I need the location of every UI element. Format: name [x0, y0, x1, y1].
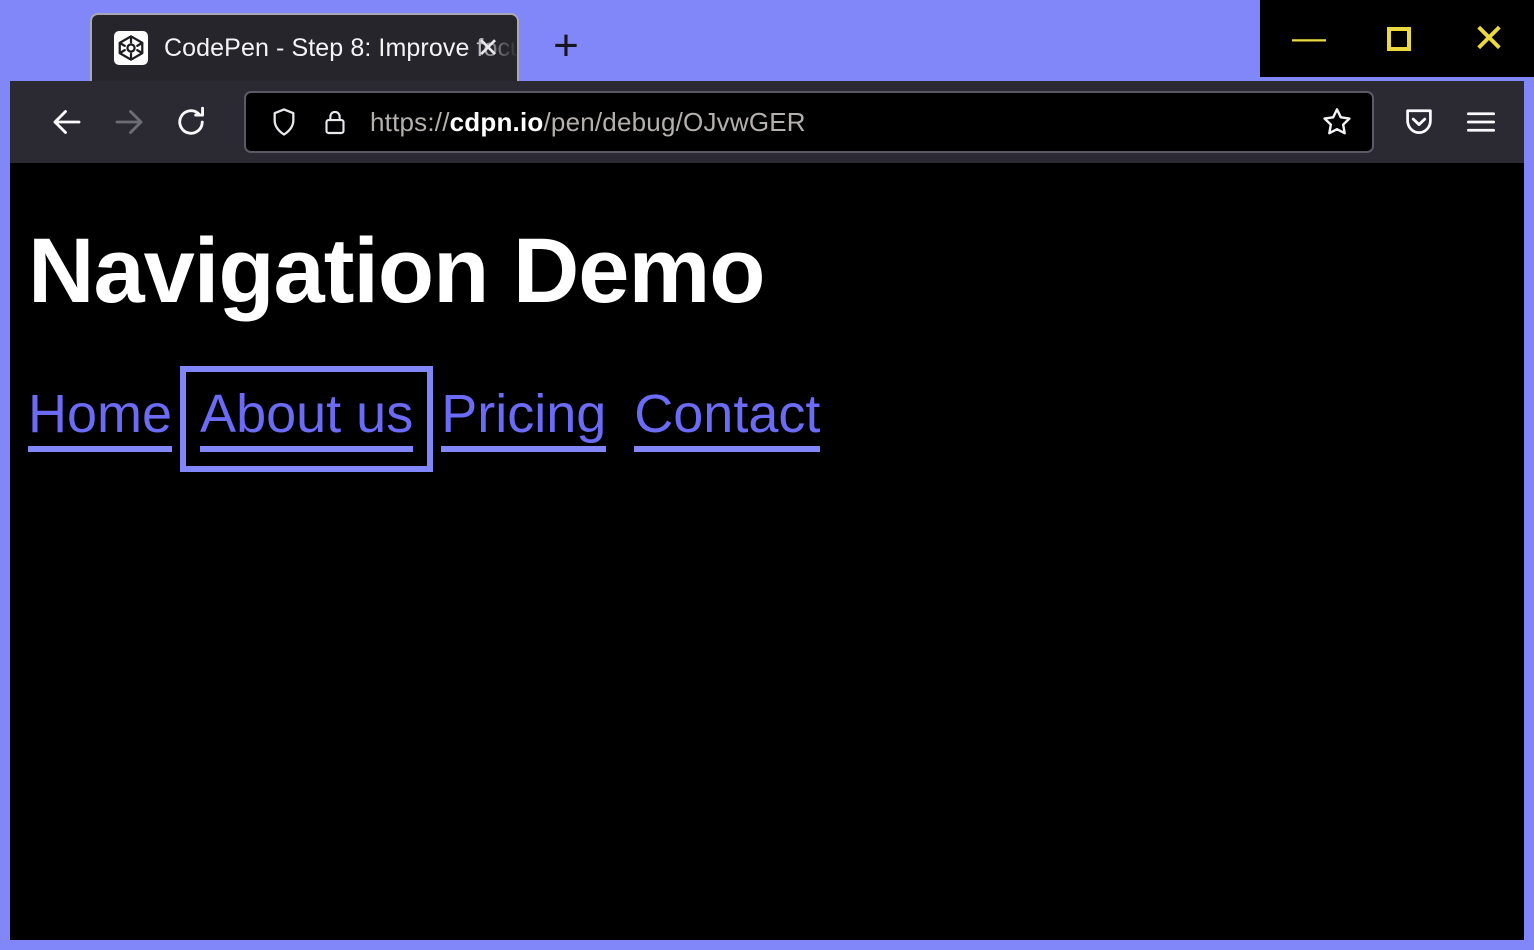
bookmark-star-icon[interactable] [1314, 99, 1360, 145]
tracking-protection-shield-icon[interactable] [268, 106, 300, 138]
browser-window: CodePen - Step 8: Improve focu ✕ + — ✕ [0, 0, 1534, 950]
window-controls: — ✕ [1264, 0, 1534, 77]
back-button[interactable] [36, 91, 98, 153]
window-minimize-button[interactable]: — [1264, 0, 1354, 77]
arrow-right-icon [111, 104, 147, 140]
close-icon: ✕ [1472, 19, 1506, 59]
maximize-icon [1387, 27, 1411, 51]
reload-button[interactable] [160, 91, 222, 153]
window-maximize-button[interactable] [1354, 0, 1444, 77]
url-bar[interactable]: https://cdpn.io/pen/debug/OJvwGER [244, 91, 1374, 153]
page-title: Navigation Demo [28, 223, 1524, 320]
site-navigation: Home About us Pricing Contact [28, 386, 1524, 453]
tab-title-wrap: CodePen - Step 8: Improve focu [164, 15, 517, 81]
url-host: cdpn.io [450, 107, 544, 137]
tab-title: CodePen - Step 8: Improve focu [164, 34, 517, 63]
arrow-left-icon [49, 104, 85, 140]
page-viewport: Navigation Demo Home About us Pricing Co… [0, 163, 1534, 950]
tab-close-icon[interactable]: ✕ [471, 31, 505, 65]
browser-navigation-toolbar: https://cdpn.io/pen/debug/OJvwGER [0, 81, 1534, 163]
new-tab-button[interactable]: + [537, 17, 595, 75]
nav-link-home[interactable]: Home [28, 386, 172, 453]
url-text: https://cdpn.io/pen/debug/OJvwGER [370, 107, 1314, 138]
browser-tab[interactable]: CodePen - Step 8: Improve focu ✕ [90, 13, 519, 81]
connection-lock-icon[interactable] [320, 107, 350, 137]
nav-link-contact[interactable]: Contact [634, 386, 820, 453]
codepen-logo-icon [114, 31, 148, 65]
nav-link-about-us[interactable]: About us [200, 386, 413, 453]
reload-icon [173, 104, 209, 140]
window-close-button[interactable]: ✕ [1444, 0, 1534, 77]
nav-link-pricing[interactable]: Pricing [441, 386, 606, 453]
minimize-icon: — [1292, 32, 1326, 46]
hamburger-menu-icon[interactable] [1450, 91, 1512, 153]
forward-button[interactable] [98, 91, 160, 153]
pocket-icon[interactable] [1388, 91, 1450, 153]
tab-strip: CodePen - Step 8: Improve focu ✕ + — ✕ [0, 0, 1534, 81]
url-path: /pen/debug/OJvwGER [543, 107, 805, 137]
url-scheme: https:// [370, 107, 450, 137]
